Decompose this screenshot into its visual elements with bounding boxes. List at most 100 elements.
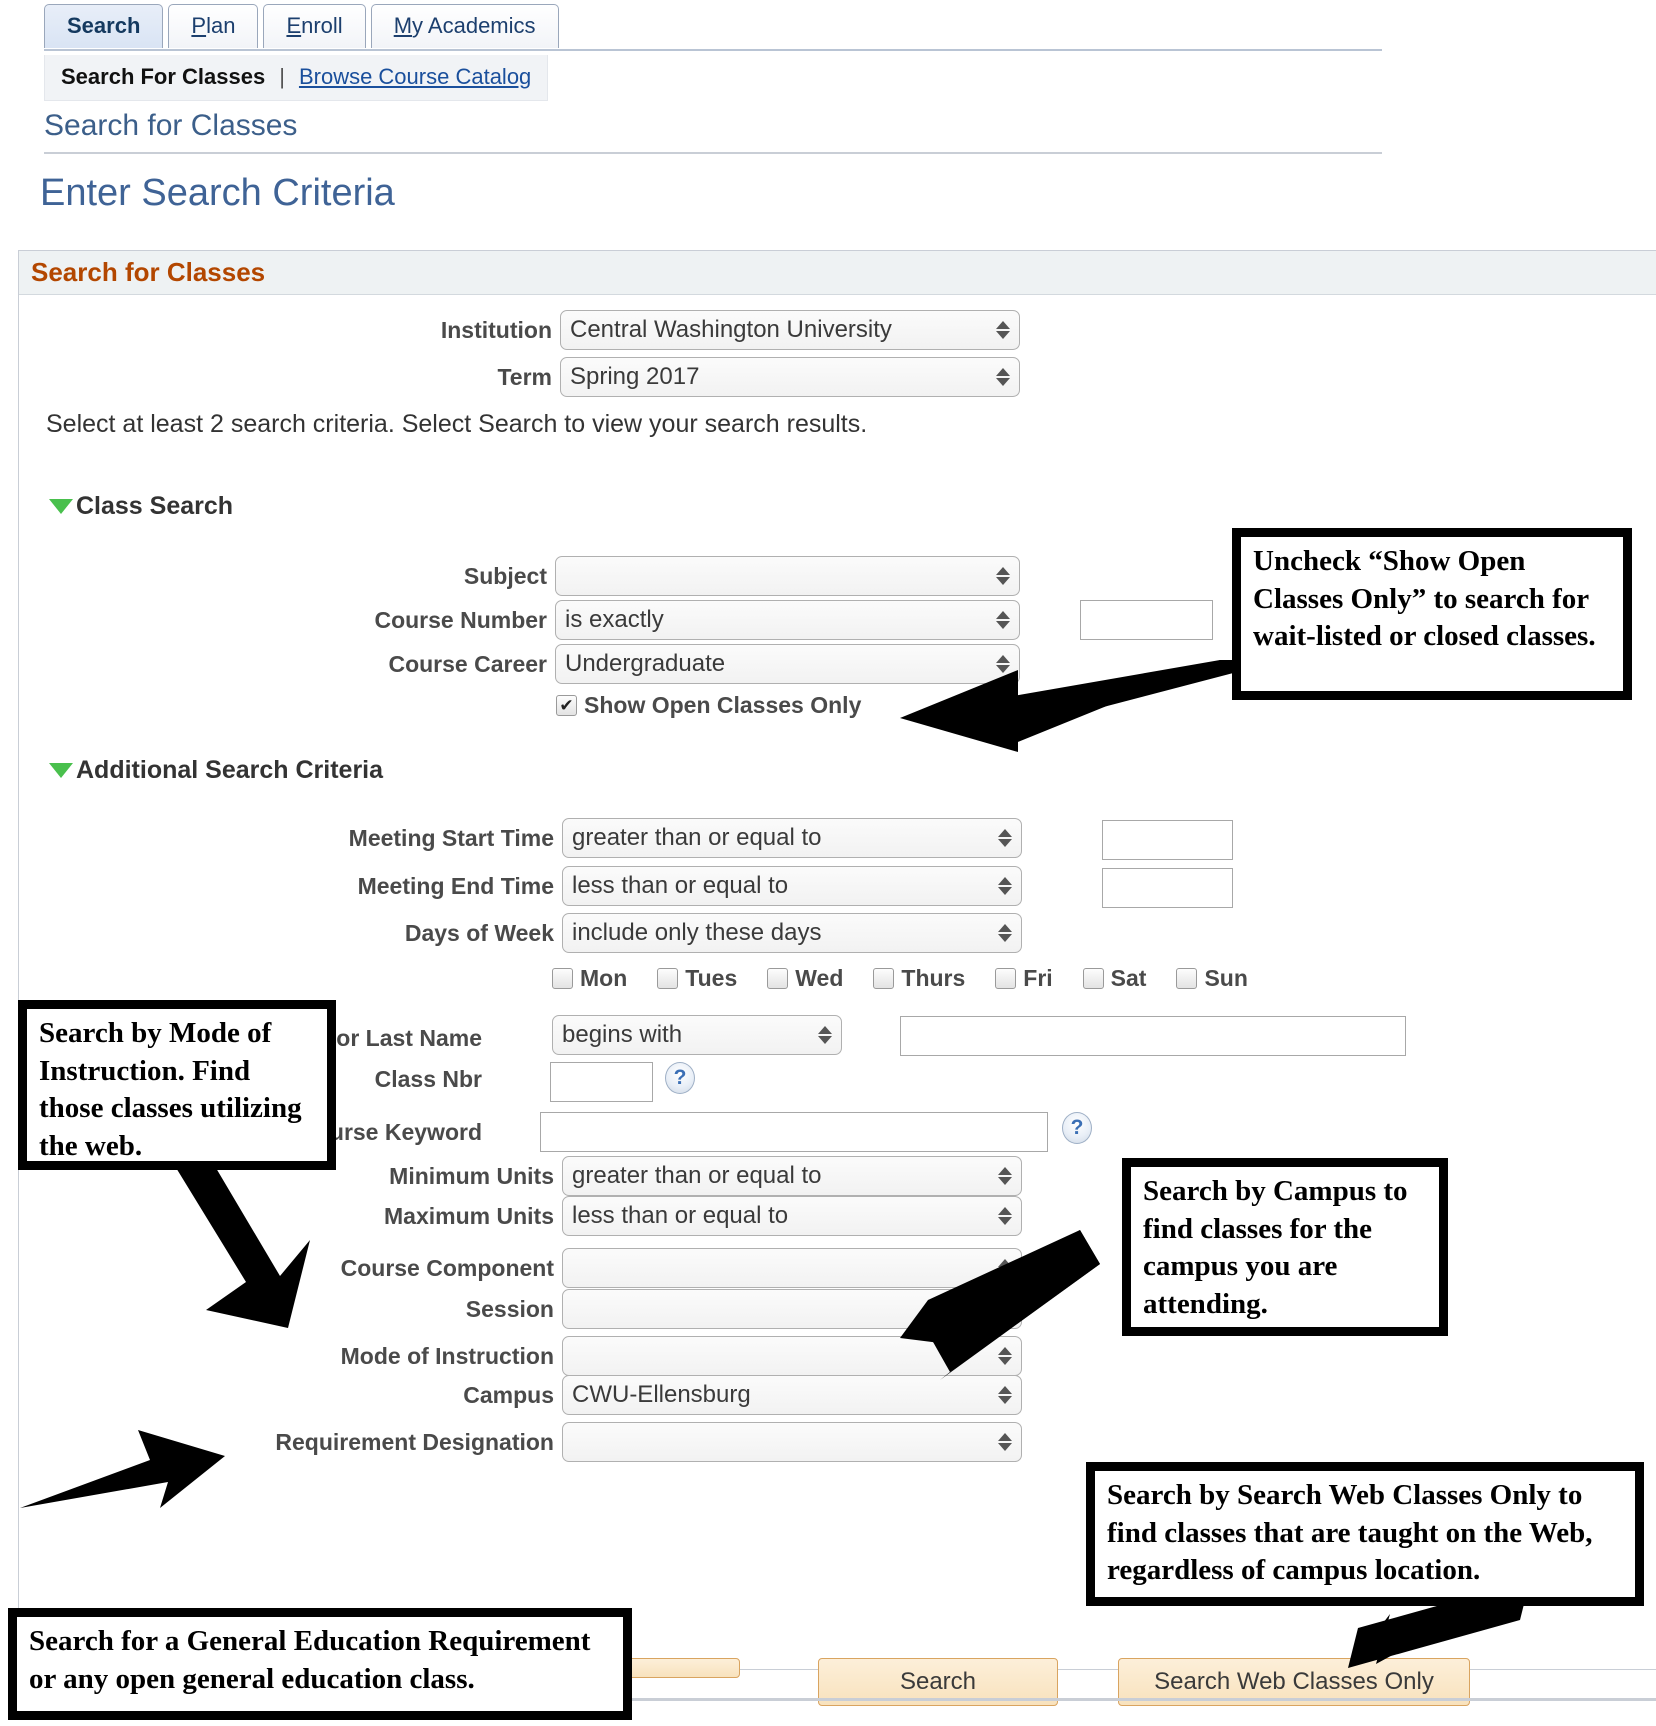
checkbox-sun[interactable] [1176,968,1198,989]
help-icon-class-nbr[interactable]: ? [665,1062,695,1094]
instructor-last-name-operator-select[interactable]: begins with [552,1015,842,1055]
course-career-row: Course Career Undergraduate [0,644,1020,684]
chevron-updown-icon [998,1207,1012,1225]
chevron-updown-icon [998,1347,1012,1365]
callout-mode-of-instruction-text: Search by Mode of Instruction. Find thos… [39,1017,302,1163]
meeting-start-time-operator-select[interactable]: greater than or equal to [562,818,1022,858]
day-checkbox-tues[interactable]: Tues [657,965,737,992]
course-career-select[interactable]: Undergraduate [555,644,1020,684]
callout-gen-ed-text: Search for a General Education Requireme… [29,1625,591,1695]
day-checkbox-sat[interactable]: Sat [1082,965,1146,992]
additional-search-criteria-section-header[interactable]: Additional Search Criteria [49,756,383,785]
checkbox-wed[interactable] [767,968,789,989]
tab-plan[interactable]: Plan [168,4,259,49]
class-search-section-header[interactable]: Class Search [49,492,233,521]
checkbox-sat[interactable] [1082,968,1104,989]
checkbox-thurs[interactable] [873,968,895,989]
tabbar-divider [44,49,1382,51]
days-of-week-operator-select[interactable]: include only these days [562,913,1022,953]
tab-enroll-accesskey: E [286,13,302,38]
collapse-triangle-icon[interactable] [49,499,73,514]
institution-row: Institution Central Washington Universit… [0,310,1020,350]
subnav-link-browse-course-catalog[interactable]: Browse Course Catalog [299,64,531,90]
tab-plan-accesskey: P [191,13,207,38]
course-number-operator-value: is exactly [565,605,664,633]
meeting-start-time-row: Meeting Start Time greater than or equal… [0,818,1022,858]
subject-select[interactable] [555,556,1020,596]
chevron-updown-icon [996,567,1010,585]
callout-open-classes-text: Uncheck “Show Open Classes Only” to sear… [1253,545,1596,653]
day-checkbox-fri[interactable]: Fri [995,965,1053,992]
subject-row: Subject [0,556,1020,596]
course-number-input[interactable] [1080,600,1213,640]
day-label-fri: Fri [1023,965,1053,991]
show-open-classes-only-label: Show Open Classes Only [584,692,862,718]
checkbox-mon[interactable] [552,968,573,989]
course-component-select[interactable] [562,1248,1022,1288]
minimum-units-operator-select[interactable]: greater than or equal to [562,1156,1022,1196]
collapse-triangle-icon[interactable] [49,763,73,778]
term-select[interactable]: Spring 2017 [560,357,1020,397]
breadcrumb: Search for Classes [44,109,298,142]
session-select[interactable] [562,1289,1022,1329]
day-checkbox-wed[interactable]: Wed [767,965,843,992]
class-search-section-label: Class Search [76,492,234,520]
chevron-updown-icon [998,1167,1012,1185]
tab-enroll[interactable]: Enroll [263,4,366,49]
panel-header-title: Search for Classes [31,257,266,287]
day-label-mon: Mon [580,965,628,991]
subnav-link-label: Browse Course Catalog [298,64,532,89]
mode-of-instruction-label: Mode of Instruction [340,1342,554,1369]
checkmark-icon: ✔ [559,696,574,715]
term-label: Term [497,363,552,390]
tab-my-academics[interactable]: My Academics [370,4,559,49]
maximum-units-label: Maximum Units [384,1202,554,1229]
callout-gen-ed: Search for a General Education Requireme… [8,1608,632,1720]
search-instruction-text: Select at least 2 search criteria. Selec… [46,410,868,438]
course-number-row: Course Number is exactly [0,600,1020,640]
chevron-updown-icon [996,655,1010,673]
chevron-updown-icon [996,368,1010,386]
days-of-week-row: Days of Week include only these days [0,913,1022,953]
meeting-start-time-input[interactable] [1102,820,1233,860]
institution-value: Central Washington University [570,315,892,343]
day-label-tues: Tues [685,965,738,991]
requirement-designation-label: Requirement Designation [275,1428,554,1455]
course-keyword-input[interactable] [540,1112,1048,1152]
subnav-current-search-for-classes[interactable]: Search For Classes [61,64,265,90]
course-number-label: Course Number [374,606,547,633]
meeting-end-time-operator-select[interactable]: less than or equal to [562,866,1022,906]
term-row: Term Spring 2017 [0,357,1020,397]
instructor-last-name-operator-value: begins with [562,1020,683,1048]
day-checkbox-mon[interactable]: Mon [552,965,627,992]
chevron-updown-icon [998,1433,1012,1451]
meeting-end-time-input[interactable] [1102,868,1233,908]
callout-campus: Search by Campus to find classes for the… [1122,1158,1448,1336]
tab-plan-label: lan [206,13,236,38]
additional-search-criteria-section-label: Additional Search Criteria [76,756,384,784]
meeting-start-time-label: Meeting Start Time [348,824,554,851]
day-checkbox-thurs[interactable]: Thurs [873,965,965,992]
tab-enroll-label: nroll [301,13,343,38]
requirement-designation-select[interactable] [562,1422,1022,1462]
instructor-last-name-input[interactable] [900,1016,1406,1056]
tab-search[interactable]: Search [44,4,164,49]
help-icon-course-keyword[interactable]: ? [1062,1112,1092,1144]
checkbox-tues[interactable] [657,968,679,989]
day-checkbox-sun[interactable]: Sun [1176,965,1248,992]
institution-select[interactable]: Central Washington University [560,310,1020,350]
show-open-classes-only-checkbox[interactable]: ✔ [556,695,577,716]
course-career-value: Undergraduate [565,649,726,677]
institution-label: Institution [440,316,552,343]
chevron-updown-icon [996,611,1010,629]
main-tab-bar: Search Plan Enroll My Academics [44,4,564,49]
class-nbr-input[interactable] [550,1062,653,1102]
course-component-label: Course Component [340,1254,554,1281]
maximum-units-row: Maximum Units less than or equal to [0,1196,1022,1236]
course-number-operator-select[interactable]: is exactly [555,600,1020,640]
show-open-classes-only-row[interactable]: ✔ Show Open Classes Only [556,692,861,719]
mode-of-instruction-select[interactable] [562,1336,1022,1376]
maximum-units-operator-select[interactable]: less than or equal to [562,1196,1022,1236]
checkbox-fri[interactable] [995,968,1017,989]
campus-select[interactable]: CWU-Ellensburg [562,1375,1022,1415]
